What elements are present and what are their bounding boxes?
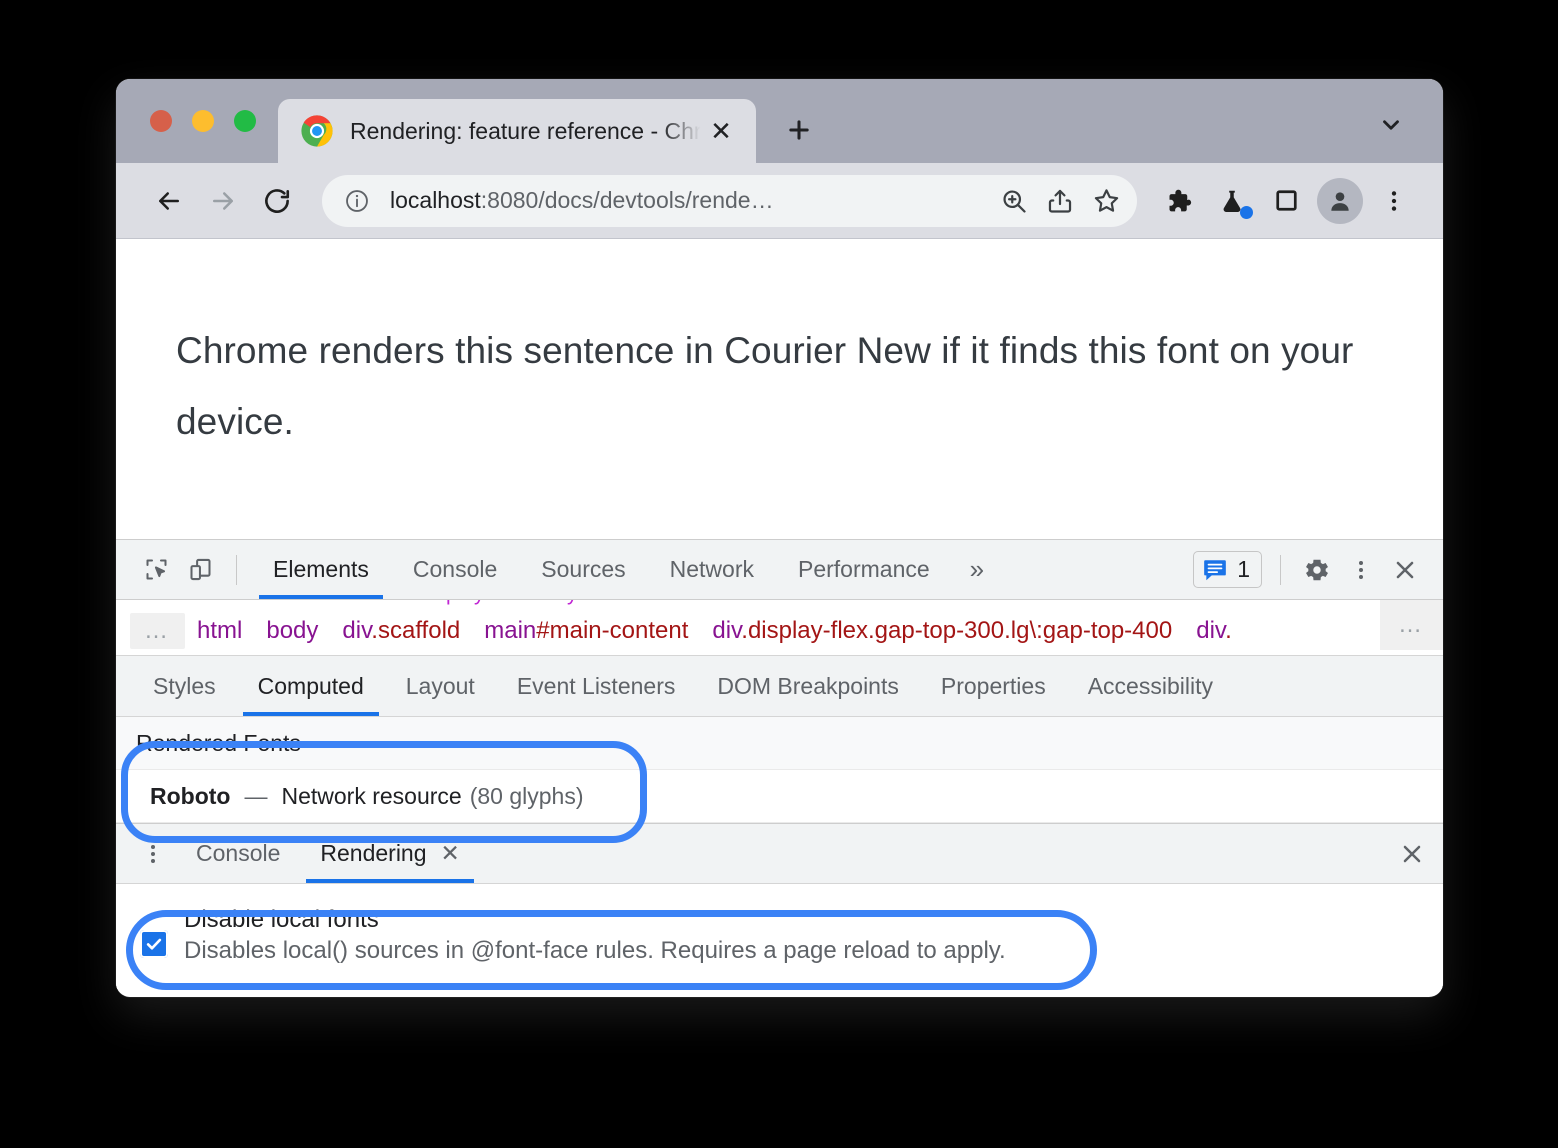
flask-blue-dot-icon bbox=[1240, 205, 1253, 219]
disable-local-fonts-title: Disable local fonts bbox=[184, 906, 379, 933]
rendered-font-source: Network resource bbox=[281, 782, 462, 809]
three-dot-menu-icon[interactable] bbox=[1367, 174, 1421, 228]
disable-local-fonts-checkbox[interactable] bbox=[140, 930, 168, 958]
disable-local-fonts-texts: Disable local fonts Disables local() sou… bbox=[184, 906, 1006, 965]
issues-badge[interactable]: 1 bbox=[1193, 551, 1262, 588]
puzzle-piece-icon[interactable] bbox=[1151, 174, 1205, 228]
tab-elements[interactable]: Elements bbox=[251, 540, 391, 599]
breadcrumb-item-div-flex[interactable]: div.display-flex.gap-top-300.lg\:gap-top… bbox=[700, 617, 1184, 645]
issues-count: 1 bbox=[1237, 556, 1250, 582]
chrome-logo-icon bbox=[300, 114, 334, 148]
tab-search-button[interactable] bbox=[1369, 103, 1413, 147]
breadcrumb-item-body[interactable]: body bbox=[254, 617, 330, 645]
new-tab-button[interactable] bbox=[774, 105, 824, 155]
page-sentence: Chrome renders this sentence in Courier … bbox=[176, 330, 1354, 443]
subtab-event-listeners[interactable]: Event Listeners bbox=[496, 656, 697, 716]
drawer-tab-console[interactable]: Console bbox=[176, 824, 300, 883]
star-icon[interactable] bbox=[1083, 178, 1129, 224]
disable-local-fonts-setting[interactable]: Disable local fonts Disables local() sou… bbox=[140, 906, 1443, 965]
drawer-close-icon[interactable] bbox=[1381, 824, 1443, 883]
breadcrumb-overflow-right[interactable]: … bbox=[1380, 600, 1443, 650]
back-arrow-icon[interactable] bbox=[142, 174, 196, 228]
gear-icon[interactable] bbox=[1295, 548, 1339, 592]
disable-local-fonts-description: Disables local() sources in @font-face r… bbox=[184, 937, 1006, 964]
side-panel-icon[interactable] bbox=[1259, 174, 1313, 228]
breadcrumb-item-html[interactable]: html bbox=[185, 617, 254, 645]
tabs-overflow-button[interactable]: » bbox=[952, 540, 1002, 599]
drawer-tab-rendering-close-icon[interactable]: ✕ bbox=[441, 840, 460, 867]
rendering-drawer-body: Disable local fonts Disables local() sou… bbox=[116, 884, 1443, 989]
drawer-more-menu-icon[interactable] bbox=[130, 824, 176, 883]
breadcrumb-overflow-left[interactable]: … bbox=[130, 613, 185, 649]
tab-sources[interactable]: Sources bbox=[519, 540, 647, 599]
devtools-toolbar: Elements Console Sources Network Perform… bbox=[116, 539, 1443, 600]
device-toolbar-icon[interactable] bbox=[178, 548, 222, 592]
dom-breadcrumb-bar: div.display-flex div.ty … html body div.… bbox=[116, 600, 1443, 656]
issues-message-icon bbox=[1202, 558, 1228, 582]
devtools-more-menu-icon[interactable] bbox=[1339, 548, 1383, 592]
profile-avatar-icon[interactable] bbox=[1317, 177, 1363, 224]
zoom-in-icon[interactable] bbox=[991, 178, 1037, 224]
subtab-styles[interactable]: Styles bbox=[132, 656, 237, 716]
inspect-element-icon[interactable] bbox=[134, 548, 178, 592]
screenshot-stage: Rendering: feature reference - Chrome De… bbox=[0, 0, 1558, 1148]
url-host: localhost bbox=[390, 187, 481, 213]
devtools-close-icon[interactable] bbox=[1383, 548, 1427, 592]
forward-arrow-icon bbox=[196, 174, 250, 228]
subtab-dom-breakpoints[interactable]: DOM Breakpoints bbox=[696, 656, 920, 716]
rendered-font-row: Roboto — Network resource (80 glyphs) bbox=[116, 770, 1443, 823]
rendered-font-glyph-count: (80 glyphs) bbox=[469, 782, 584, 809]
drawer-tab-rendering[interactable]: Rendering ✕ bbox=[300, 824, 479, 883]
browser-tab[interactable]: Rendering: feature reference - Chrome De… bbox=[278, 99, 756, 163]
tab-console[interactable]: Console bbox=[391, 540, 519, 599]
computed-pane: Rendered Fonts Roboto — Network resource… bbox=[116, 717, 1443, 823]
rendered-font-name: Roboto bbox=[150, 782, 231, 809]
page-viewport: Chrome renders this sentence in Courier … bbox=[116, 239, 1443, 539]
drawer-tab-rendering-label: Rendering bbox=[320, 840, 427, 866]
styles-pane-tab-list: Styles Computed Layout Event Listeners D… bbox=[116, 656, 1443, 717]
devtools-tab-list: Elements Console Sources Network Perform… bbox=[251, 540, 1002, 599]
maximize-window-button[interactable] bbox=[234, 110, 256, 132]
breadcrumb: … html body div.scaffold main#main-conte… bbox=[116, 606, 1443, 655]
tab-close-button[interactable]: ✕ bbox=[704, 114, 738, 148]
close-window-button[interactable] bbox=[150, 110, 172, 132]
devtools-panel: Elements Console Sources Network Perform… bbox=[116, 539, 1443, 989]
flask-icon[interactable] bbox=[1205, 174, 1259, 228]
tab-title: Rendering: feature reference - Chrome De… bbox=[350, 117, 704, 144]
browser-window: Rendering: feature reference - Chrome De… bbox=[116, 79, 1443, 997]
window-controls bbox=[116, 110, 256, 163]
address-bar[interactable]: localhost:8080/docs/devtools/rende… bbox=[322, 174, 1137, 227]
tab-strip: Rendering: feature reference - Chrome De… bbox=[116, 79, 1443, 163]
rendered-fonts-section-title[interactable]: Rendered Fonts bbox=[116, 717, 1443, 770]
breadcrumb-item-main[interactable]: main#main-content bbox=[472, 617, 700, 645]
tab-network[interactable]: Network bbox=[648, 540, 776, 599]
subtab-computed[interactable]: Computed bbox=[237, 656, 385, 716]
tab-performance[interactable]: Performance bbox=[776, 540, 952, 599]
drawer-tab-console-label: Console bbox=[196, 840, 281, 866]
info-circle-icon[interactable] bbox=[344, 188, 370, 214]
subtab-properties[interactable]: Properties bbox=[920, 656, 1067, 716]
drawer-tab-bar: Console Rendering ✕ bbox=[116, 823, 1443, 884]
toolbar-divider bbox=[236, 554, 237, 585]
browser-toolbar: localhost:8080/docs/devtools/rende… bbox=[116, 163, 1443, 239]
reload-icon[interactable] bbox=[250, 174, 304, 228]
rendered-font-dash: — bbox=[244, 782, 268, 809]
breadcrumb-item-div-last[interactable]: div. bbox=[1184, 617, 1244, 645]
url-path: :8080/docs/devtools/rende… bbox=[480, 187, 774, 213]
toolbar-divider-2 bbox=[1280, 554, 1281, 585]
share-icon[interactable] bbox=[1037, 178, 1083, 224]
subtab-layout[interactable]: Layout bbox=[385, 656, 496, 716]
url-text: localhost:8080/docs/devtools/rende… bbox=[390, 187, 991, 214]
breadcrumb-item-div-scaffold[interactable]: div.scaffold bbox=[330, 617, 472, 645]
subtab-accessibility[interactable]: Accessibility bbox=[1067, 656, 1234, 716]
minimize-window-button[interactable] bbox=[192, 110, 214, 132]
